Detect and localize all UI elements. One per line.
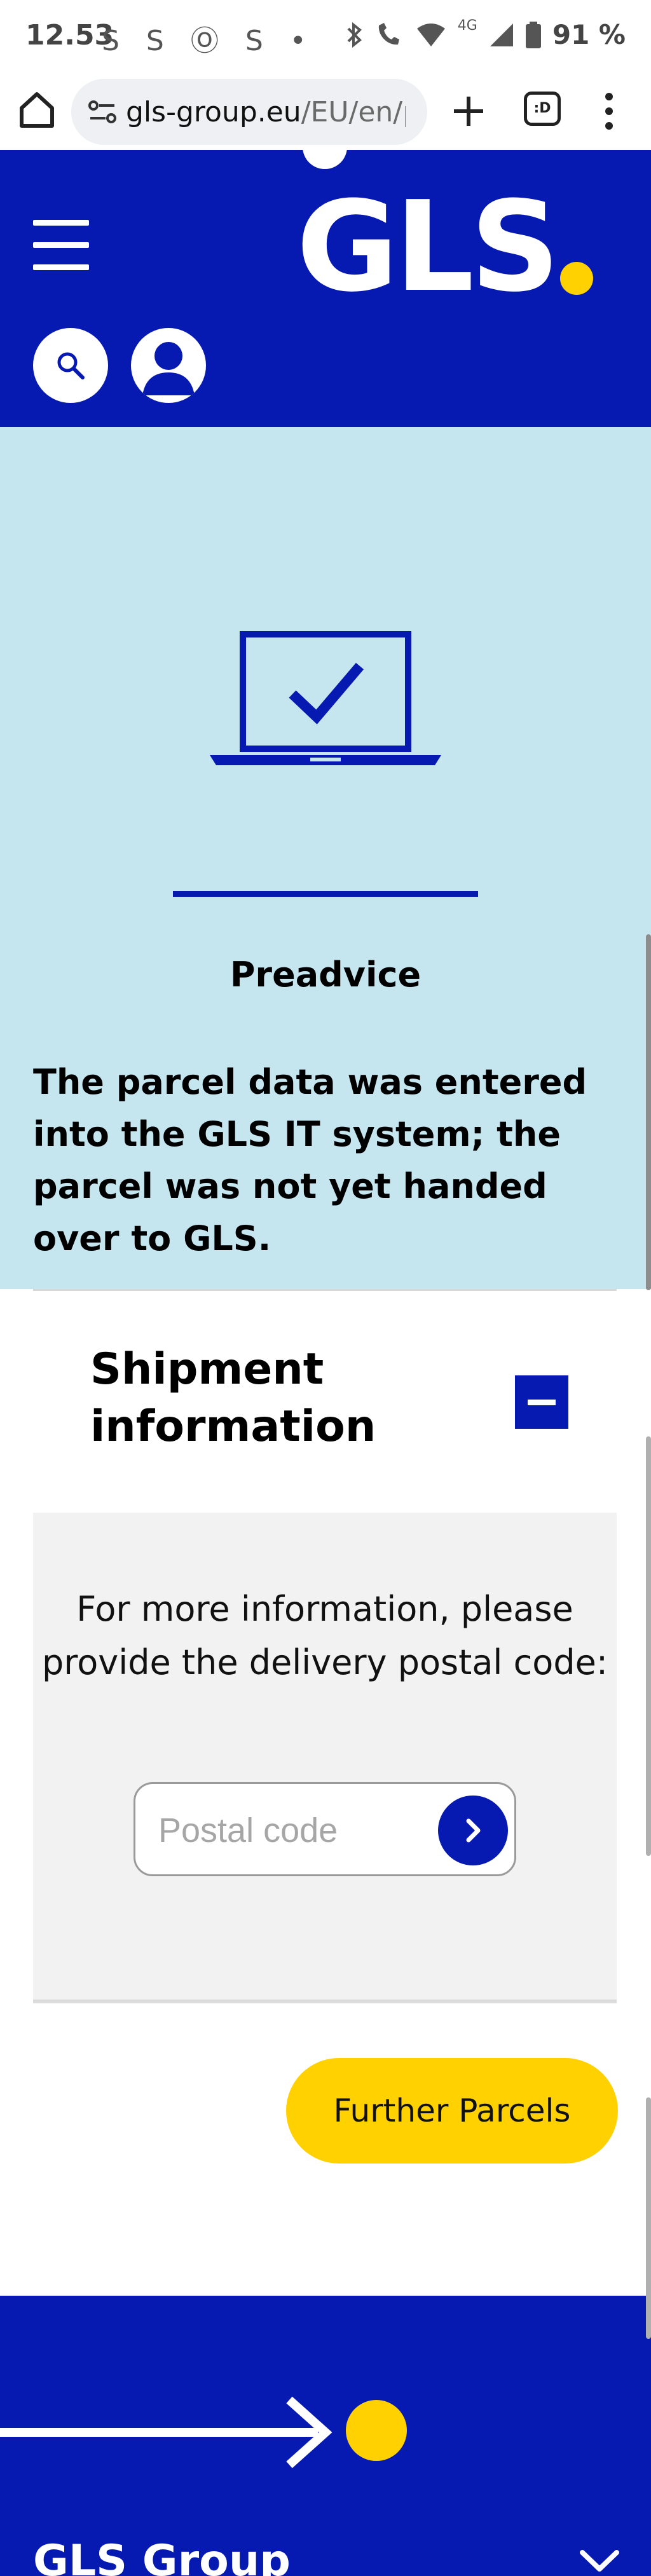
postal-code-field [134, 1782, 516, 1876]
footer-dot [346, 2400, 407, 2461]
postal-code-input[interactable] [157, 1803, 427, 1858]
status-description: The parcel data was entered into the GLS… [33, 1062, 587, 1258]
section-divider [33, 1289, 617, 1291]
plus-icon [454, 97, 483, 126]
search-button[interactable] [33, 328, 108, 403]
shipment-title: Shipment information [90, 1344, 376, 1452]
account-button[interactable] [131, 328, 206, 403]
page-scrollbar[interactable] [646, 934, 651, 1290]
battery-icon [525, 21, 541, 48]
minus-icon [528, 1399, 556, 1405]
more-options-icon[interactable] [596, 88, 622, 135]
signal-icon [490, 23, 513, 46]
notification-icons: S S Ⓞ S • [102, 25, 315, 57]
further-parcels-button[interactable]: Further Parcels [286, 2058, 618, 2164]
battery-percent: 91 % [552, 19, 626, 50]
logo-text: GLS [296, 175, 560, 320]
url-path: /EU/en/p [301, 95, 406, 128]
chevron-right-icon [466, 1818, 481, 1843]
system-icons: 4G 91 % [345, 18, 626, 50]
status-time: 12.53 [25, 19, 114, 51]
arrow-right-icon [0, 2396, 332, 2469]
postal-submit-button[interactable] [438, 1796, 508, 1865]
home-icon[interactable] [17, 89, 57, 130]
gls-logo[interactable]: GLS [296, 175, 593, 320]
page-scrollbar [646, 1436, 651, 1856]
network-type: 4G [457, 18, 477, 34]
site-settings-icon[interactable] [88, 99, 117, 125]
new-tab-button[interactable] [445, 88, 492, 135]
site-header: GLS [0, 150, 651, 427]
collapse-button[interactable] [515, 1375, 568, 1429]
status-bar: 12.53 S S Ⓞ S • 4G 91 % [0, 0, 651, 71]
chevron-down-icon[interactable] [579, 2549, 620, 2574]
footer-group-heading[interactable]: GLS Group [33, 2536, 291, 2576]
tab-switcher-button[interactable]: :D [524, 92, 561, 126]
menu-icon[interactable] [33, 220, 89, 273]
page-scrollbar [646, 2097, 651, 2339]
logo-dot [559, 262, 593, 295]
postal-code-prompt: For more information, please provide the… [41, 1589, 608, 1682]
user-icon [142, 342, 195, 395]
bluetooth-icon [347, 22, 362, 48]
wifi-icon [416, 23, 445, 46]
header-notch [303, 150, 347, 169]
laptop-check-icon [210, 631, 441, 765]
status-divider [173, 891, 478, 897]
postal-code-box: For more information, please provide the… [33, 1513, 617, 2002]
site-footer: GLS Group [0, 2296, 651, 2576]
postal-box-border [33, 2000, 617, 2003]
status-title: Preadvice [230, 955, 421, 995]
wifi-calling-icon [378, 22, 399, 44]
search-icon [57, 352, 85, 379]
url-text[interactable]: gls-group.eu/EU/en/p [126, 96, 406, 128]
address-bar[interactable]: gls-group.eu/EU/en/p [71, 79, 427, 145]
parcel-status-panel: Preadvice The parcel data was entered in… [0, 427, 651, 1289]
url-domain: gls-group.eu [126, 95, 301, 128]
